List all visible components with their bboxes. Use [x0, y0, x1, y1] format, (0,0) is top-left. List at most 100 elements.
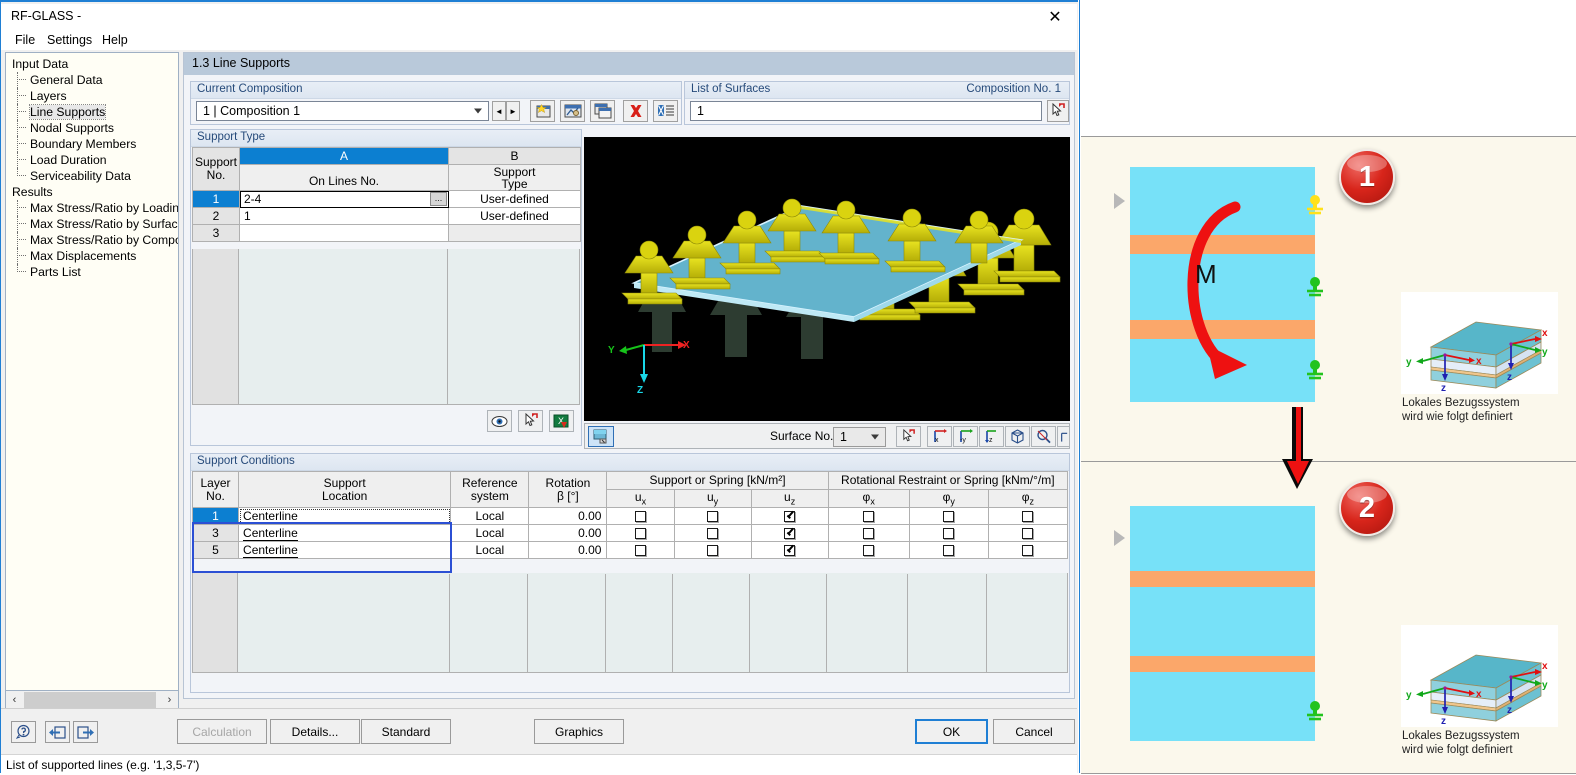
support-type-table[interactable]: Support No. A B On Lines No. Support Type … [192, 147, 581, 242]
table-row[interactable]: 2 1 User-defined [192, 207, 581, 225]
checkbox-phiy-5[interactable] [943, 545, 955, 557]
cell-ux-3[interactable] [606, 524, 675, 542]
checkbox-phiz-1[interactable] [1022, 511, 1034, 523]
table-row[interactable]: 5 Centerline Local 0.00 [191, 541, 1069, 559]
cell-uz-5[interactable] [750, 541, 829, 559]
tree-item-max-stress-by-loading[interactable]: Max Stress/Ratio by Loading [6, 200, 178, 216]
export-excel-icon[interactable]: X [549, 410, 574, 432]
checkbox-ux-5[interactable] [634, 545, 646, 557]
tree-group-input-data[interactable]: Input Data [6, 56, 178, 72]
row-number-1[interactable]: 1 [192, 190, 240, 208]
composition-prev-button[interactable]: ◄ [492, 101, 506, 121]
tree-item-serviceability-data[interactable]: Serviceability Data [6, 168, 178, 184]
render-mode-icon[interactable] [588, 426, 614, 447]
copy-composition-icon[interactable] [590, 100, 615, 122]
table-row[interactable]: 3 Centerline Local 0.00 [191, 524, 1069, 542]
row-number-2[interactable]: 2 [192, 207, 240, 225]
menu-file[interactable]: File [9, 32, 41, 51]
delete-composition-icon[interactable] [623, 100, 648, 122]
checkbox-phiy-1[interactable] [943, 511, 955, 523]
cell-rotation-1[interactable]: 0.00 [528, 507, 608, 525]
tree-item-max-stress-by-composition[interactable]: Max Stress/Ratio by Compositio [6, 232, 178, 248]
composition-next-button[interactable]: ► [506, 101, 520, 121]
new-composition-icon[interactable] [530, 100, 555, 122]
col-letter-a[interactable]: A [239, 147, 449, 165]
ok-button[interactable]: OK [915, 719, 988, 744]
composition-combobox[interactable]: 1 | Composition 1 [196, 101, 489, 121]
surfaces-input[interactable]: 1 [690, 101, 1042, 121]
tree-item-parts-list[interactable]: Parts List [6, 264, 178, 280]
view-icon[interactable] [487, 410, 512, 432]
checkbox-uy-3[interactable] [707, 528, 719, 540]
cell-phiz-1[interactable] [987, 507, 1069, 525]
tree-item-boundary-members[interactable]: Boundary Members [6, 136, 178, 152]
cell-phiz-5[interactable] [987, 541, 1069, 559]
cell-uy-3[interactable] [673, 524, 752, 542]
row-layer-no-5[interactable]: 5 [191, 541, 240, 559]
checkbox-phiy-3[interactable] [943, 528, 955, 540]
graphics-button[interactable]: Graphics [534, 719, 624, 744]
surface-no-combobox[interactable]: 1 [833, 427, 886, 447]
row-layer-no-1[interactable]: 1 [191, 507, 240, 525]
cell-uz-1[interactable] [750, 507, 829, 525]
standard-button[interactable]: Standard [361, 719, 451, 744]
view-in-z-icon[interactable]: z [979, 426, 1004, 447]
cell-support-type-2[interactable]: User-defined [448, 207, 581, 225]
cell-on-lines-2[interactable]: 1 [239, 207, 449, 225]
tree-item-load-duration[interactable]: Load Duration [6, 152, 178, 168]
cell-uz-3[interactable] [750, 524, 829, 542]
table-row[interactable]: 1 2-4 ... User-defined [192, 190, 581, 208]
view-in-x-icon[interactable]: x [927, 426, 952, 447]
tree-item-max-stress-by-surface[interactable]: Max Stress/Ratio by Surface [6, 216, 178, 232]
cell-support-type-1[interactable]: User-defined [448, 190, 581, 208]
edit-composition-icon[interactable] [560, 100, 585, 122]
pick-surface-icon[interactable] [1047, 100, 1069, 122]
checkbox-uz-5[interactable] [784, 545, 796, 557]
tree-item-max-displacements[interactable]: Max Displacements [6, 248, 178, 264]
scroll-left-icon[interactable]: ‹ [6, 691, 23, 709]
tree-item-nodal-supports[interactable]: Nodal Supports [6, 120, 178, 136]
view-in-minus-y-icon[interactable]: -y [953, 426, 978, 447]
cell-phiy-1[interactable] [908, 507, 989, 525]
checkbox-ux-1[interactable] [634, 511, 646, 523]
cell-support-type-3[interactable] [448, 224, 581, 242]
help-icon[interactable] [11, 721, 36, 743]
pick-icon[interactable] [518, 410, 543, 432]
3d-viewport[interactable]: X Y Z [584, 137, 1070, 421]
row-layer-no-3[interactable]: 3 [191, 524, 240, 542]
checkbox-phix-1[interactable] [863, 511, 875, 523]
cell-uy-5[interactable] [673, 541, 752, 559]
cell-reference-1[interactable]: Local [450, 507, 530, 525]
checkbox-phiz-3[interactable] [1022, 528, 1034, 540]
cell-location-5[interactable]: Centerline [238, 541, 452, 559]
cell-location-3[interactable]: Centerline [238, 524, 452, 542]
tree-item-general-data[interactable]: General Data [6, 72, 178, 88]
tree-item-layers[interactable]: Layers [6, 88, 178, 104]
menu-settings[interactable]: Settings [41, 32, 98, 51]
checkbox-phix-5[interactable] [863, 545, 875, 557]
cell-ux-1[interactable] [606, 507, 675, 525]
table-row[interactable]: 1 Centerline Local 0.00 [191, 507, 1069, 525]
close-icon[interactable]: ✕ [1033, 4, 1077, 30]
row-number-3[interactable]: 3 [192, 224, 240, 242]
cell-phiy-3[interactable] [908, 524, 989, 542]
checkbox-phiz-5[interactable] [1022, 545, 1034, 557]
scroll-right-icon[interactable]: › [161, 691, 178, 709]
cell-on-lines-1[interactable]: 2-4 ... [239, 190, 449, 208]
checkbox-uz-1[interactable] [784, 511, 796, 523]
cell-ux-5[interactable] [606, 541, 675, 559]
checkbox-uy-5[interactable] [707, 545, 719, 557]
cell-phix-5[interactable] [827, 541, 910, 559]
next-module-icon[interactable] [73, 721, 98, 743]
cell-rotation-3[interactable]: 0.00 [528, 524, 608, 542]
menu-help[interactable]: Help [96, 32, 134, 51]
tree-group-results[interactable]: Results [6, 184, 178, 200]
cell-phiy-5[interactable] [908, 541, 989, 559]
checkbox-uy-1[interactable] [707, 511, 719, 523]
support-conditions-table[interactable]: Layer No. Support Location Reference system… [191, 471, 1069, 559]
expand-triangle-icon-2[interactable] [1114, 530, 1125, 546]
pick-surface-icon-2[interactable] [896, 426, 921, 447]
checkbox-uz-3[interactable] [784, 528, 796, 540]
cell-uy-1[interactable] [673, 507, 752, 525]
cell-reference-5[interactable]: Local [450, 541, 530, 559]
